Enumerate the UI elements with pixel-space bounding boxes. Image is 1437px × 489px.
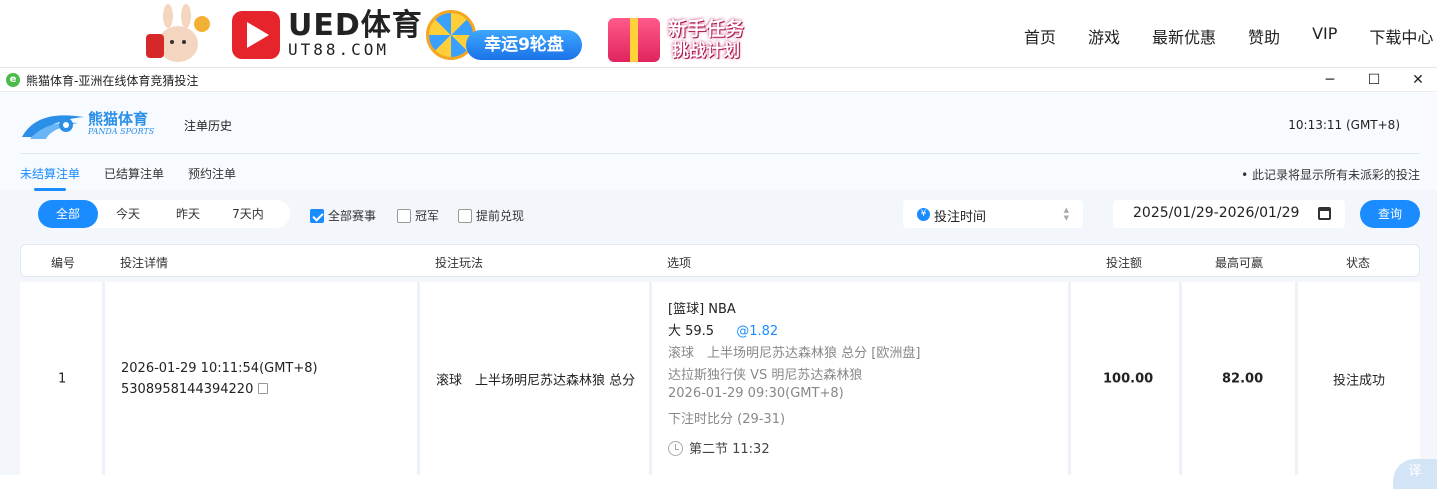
col-bet-type: 投注玩法 xyxy=(435,256,484,270)
copy-icon[interactable] xyxy=(258,382,269,394)
app-header: 熊猫体育 PANDA SPORTS 注单历史 10:13:11 (GMT+8) … xyxy=(0,93,1437,191)
bet-history-app: 熊猫体育 PANDA SPORTS 注单历史 10:13:11 (GMT+8) … xyxy=(0,93,1437,489)
option-odds: @1.82 xyxy=(736,324,779,339)
ued-play-icon xyxy=(232,11,280,59)
gift-box-icon xyxy=(608,18,660,62)
top-nav: 首页 游戏 最新优惠 赞助 VIP 下载中心 xyxy=(1024,24,1433,48)
query-button[interactable]: 查询 xyxy=(1360,200,1420,228)
unsettled-note: • 此记录将显示所有未派彩的投注 xyxy=(1241,168,1420,182)
tab-settled[interactable]: 已结算注单 xyxy=(104,165,164,191)
cell-status: 投注成功 xyxy=(1298,282,1420,475)
option-match: 达拉斯独行侠 VS 明尼苏达森林狼 xyxy=(668,368,863,383)
tab-unsettled[interactable]: 未结算注单 xyxy=(20,165,80,191)
col-bet-details: 投注详情 xyxy=(120,256,169,270)
option-score: 下注时比分 (29-31) xyxy=(668,412,786,427)
updown-arrow-icon: ▲ ▼ xyxy=(1063,206,1069,222)
page-title: 注单历史 xyxy=(184,119,233,133)
range-all[interactable]: 全部 xyxy=(38,200,98,228)
clock-icon xyxy=(668,441,683,456)
filter-bar: 全部 今天 昨天 7天内 全部赛事 冠军 提前兑现 ¥ 投注时间 ▲ ▼ 2025… xyxy=(0,190,1437,242)
brand-title: UED体育 xyxy=(288,8,423,43)
cashout-checkbox[interactable]: 提前兑现 xyxy=(458,207,524,224)
lucky-wheel-promo[interactable]: 幸运9轮盘 xyxy=(422,8,584,62)
stake-amount: 100.00 xyxy=(1103,371,1154,386)
tab-reserved[interactable]: 预约注单 xyxy=(188,165,236,191)
option-period: 第二节 11:32 xyxy=(689,442,770,457)
nav-download[interactable]: 下载中心 xyxy=(1369,24,1433,48)
table-row[interactable]: 1 2026-01-29 10:11:54(GMT+8) 53089581443… xyxy=(20,282,1420,475)
cell-bet-type: 滚球 上半场明尼苏达森林狼 总分 xyxy=(420,282,652,475)
ued-brand-logo[interactable]: UED体育 UT88.COM xyxy=(232,10,423,60)
site-banner: UED体育 UT88.COM 幸运9轮盘 新手任务 挑战计划 首页 游戏 最新优… xyxy=(0,0,1437,68)
newbie-task-line2: 挑战计划 xyxy=(672,41,740,61)
currency-icon: ¥ xyxy=(917,208,930,221)
cell-option: [篮球] NBA 大 59.5 @1.82 滚球 上半场明尼苏达森林狼 总分 [… xyxy=(652,282,1071,475)
minimize-button[interactable]: ─ xyxy=(1308,68,1352,92)
bet-time: 2026-01-29 10:11:54(GMT+8) xyxy=(121,360,318,376)
range-yesterday[interactable]: 昨天 xyxy=(158,200,218,228)
nav-home[interactable]: 首页 xyxy=(1024,24,1056,48)
sort-select[interactable]: ¥ 投注时间 ▲ ▼ xyxy=(903,200,1083,228)
logo-en: PANDA SPORTS xyxy=(88,127,155,136)
cell-number: 1 xyxy=(20,282,105,475)
lucky-wheel-label: 幸运9轮盘 xyxy=(466,30,582,60)
option-league: [篮球] NBA xyxy=(668,302,736,317)
row-number: 1 xyxy=(58,371,67,386)
server-clock: 10:13:11 (GMT+8) xyxy=(1288,118,1400,132)
col-option: 选项 xyxy=(667,256,692,270)
newbie-task-promo[interactable]: 新手任务 挑战计划 xyxy=(604,8,784,62)
brand-domain: UT88.COM xyxy=(288,40,390,59)
calendar-icon[interactable] xyxy=(1318,207,1331,220)
bet-id: 5308958144394220 xyxy=(121,381,254,397)
col-max-win: 最高可赢 xyxy=(1215,256,1264,270)
col-number: 编号 xyxy=(51,256,76,270)
checkbox-icon xyxy=(458,208,472,223)
panda-sports-logo: 熊猫体育 PANDA SPORTS xyxy=(20,107,160,143)
cell-bet-details: 2026-01-29 10:11:54(GMT+8) 5308958144394… xyxy=(105,282,420,475)
cell-max-win: 82.00 xyxy=(1182,282,1298,475)
header-divider xyxy=(20,153,1420,154)
maximize-button[interactable]: ☐ xyxy=(1352,68,1396,92)
range-today[interactable]: 今天 xyxy=(98,200,158,228)
date-range-input[interactable]: 2025/01/29-2026/01/29 xyxy=(1113,200,1345,228)
window-titlebar: e 熊猫体育-亚洲在线体育竞猜投注 ─ ☐ ✕ xyxy=(0,68,1437,92)
nav-sponsor[interactable]: 赞助 xyxy=(1248,24,1280,48)
range-7days[interactable]: 7天内 xyxy=(218,200,278,228)
close-button[interactable]: ✕ xyxy=(1396,68,1437,92)
wave-logo-icon xyxy=(22,115,84,139)
champion-checkbox[interactable]: 冠军 xyxy=(397,207,439,224)
checkbox-checked-icon xyxy=(310,208,324,223)
rabbit-mascot-icon xyxy=(146,4,210,62)
champion-label: 冠军 xyxy=(415,209,440,223)
bet-play: 滚球 上半场明尼苏达森林狼 总分 xyxy=(436,373,636,388)
nav-promotions[interactable]: 最新优惠 xyxy=(1152,24,1216,48)
cashout-label: 提前兑现 xyxy=(476,209,525,223)
option-market: 滚球 上半场明尼苏达森林狼 总分 [欧洲盘] xyxy=(668,346,921,361)
option-match-time: 2026-01-29 09:30(GMT+8) xyxy=(668,386,844,401)
checkbox-icon xyxy=(397,208,411,223)
logo-cn: 熊猫体育 xyxy=(88,110,149,128)
option-pick: 大 59.5 xyxy=(668,324,715,339)
date-range-segment: 全部 今天 昨天 7天内 xyxy=(38,200,290,228)
all-events-label: 全部赛事 xyxy=(328,209,377,223)
max-win-amount: 82.00 xyxy=(1222,371,1264,386)
status-text: 投注成功 xyxy=(1333,373,1386,388)
cell-stake: 100.00 xyxy=(1071,282,1182,475)
nav-vip[interactable]: VIP xyxy=(1312,24,1337,48)
nav-games[interactable]: 游戏 xyxy=(1088,24,1120,48)
bet-tabs: 未结算注单 已结算注单 预约注单 xyxy=(20,165,260,191)
date-range-value: 2025/01/29-2026/01/29 xyxy=(1133,205,1300,221)
translate-button[interactable]: 译 xyxy=(1393,459,1437,489)
sort-select-value: 投注时间 xyxy=(934,210,987,225)
col-stake: 投注额 xyxy=(1106,256,1143,270)
col-status: 状态 xyxy=(1346,256,1371,270)
window-title: 熊猫体育-亚洲在线体育竞猜投注 xyxy=(26,74,199,88)
all-events-checkbox[interactable]: 全部赛事 xyxy=(310,207,376,224)
table-header: 编号 投注详情 投注玩法 选项 投注额 最高可赢 状态 xyxy=(20,244,1420,277)
app-icon: e xyxy=(6,73,20,87)
